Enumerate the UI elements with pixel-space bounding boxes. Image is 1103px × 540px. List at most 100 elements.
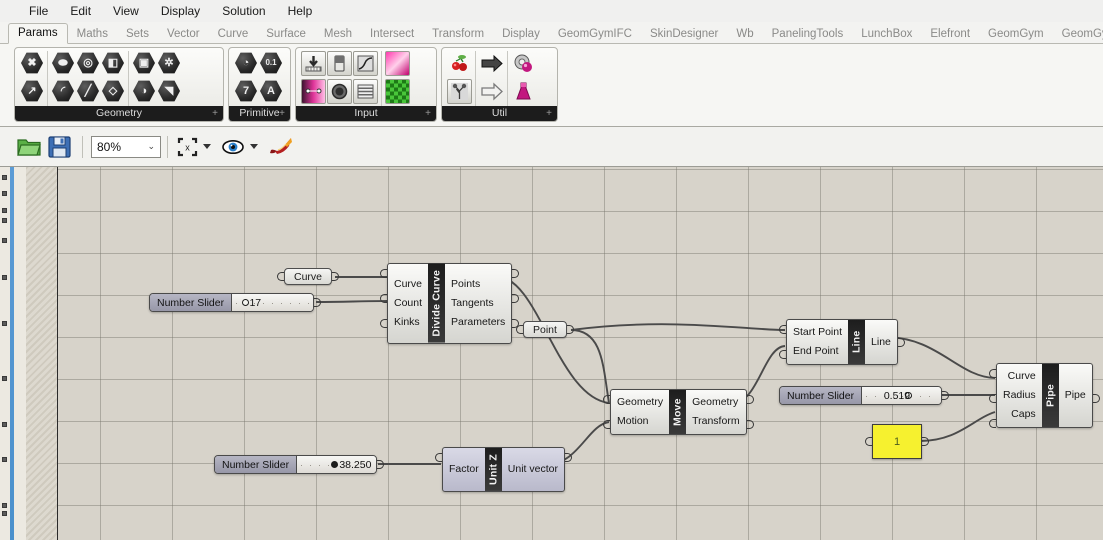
zoom-extents-dropdown-icon[interactable] xyxy=(203,144,211,149)
move-input-geometry[interactable]: Geometry xyxy=(603,393,669,412)
tab-transform[interactable]: Transform xyxy=(423,25,493,44)
curve-param-input-port[interactable] xyxy=(277,272,284,281)
tab-panelingtools[interactable]: PanelingTools xyxy=(763,25,853,44)
expand-icon[interactable]: + xyxy=(425,106,431,121)
tab-sets[interactable]: Sets xyxy=(117,25,158,44)
point-param-input-port[interactable] xyxy=(516,325,523,334)
dock-tick[interactable] xyxy=(2,422,7,427)
slider-count-track[interactable]: 17 xyxy=(232,294,313,311)
tab-lunchbox[interactable]: LunchBox xyxy=(852,25,921,44)
menu-item-edit[interactable]: Edit xyxy=(59,2,102,20)
pipe-input-caps[interactable]: Caps xyxy=(989,405,1042,428)
panel-component[interactable]: 1 xyxy=(865,424,929,459)
node-move[interactable]: Geometry Motion Move Geometry Transform xyxy=(603,389,754,435)
tab-display[interactable]: Display xyxy=(493,25,549,44)
mesh-param-icon[interactable]: ✲ xyxy=(157,51,181,75)
integer-param-icon[interactable]: 7 xyxy=(234,79,258,103)
data-tree-icon[interactable] xyxy=(447,79,472,104)
preview-eye-icon[interactable] xyxy=(221,137,245,157)
divide-curve-output-parameters[interactable]: Parameters xyxy=(445,313,520,332)
divide-curve-input-curve[interactable]: Curve xyxy=(380,269,428,294)
circle-param-icon[interactable]: ⬬ xyxy=(51,51,75,75)
chevron-down-icon[interactable]: ⌄ xyxy=(147,141,160,152)
pipe-input-radius[interactable]: Radius xyxy=(989,386,1042,405)
menu-item-display[interactable]: Display xyxy=(150,2,211,20)
slider-radius-track[interactable]: 0.519 xyxy=(862,387,941,404)
line-param-icon[interactable]: ╱ xyxy=(76,79,100,103)
node-slider-count[interactable]: Number Slider 17 xyxy=(149,293,321,312)
brep-param-icon[interactable]: ◑ xyxy=(132,79,156,103)
menu-item-help[interactable]: Help xyxy=(277,2,324,20)
move-port-out-transform[interactable] xyxy=(746,420,754,429)
number-param-icon[interactable]: 0.1 xyxy=(259,51,283,75)
node-slider-radius[interactable]: Number Slider 0.519 xyxy=(779,386,949,405)
box-param-icon[interactable]: ▣ xyxy=(132,51,156,75)
menu-item-file[interactable]: File xyxy=(18,2,59,20)
dock-tick[interactable] xyxy=(2,321,7,326)
bake-icon[interactable] xyxy=(268,136,294,158)
node-line[interactable]: Start Point End Point Line Line xyxy=(779,319,905,365)
pipe-output-pipe[interactable]: Pipe xyxy=(1059,386,1100,405)
ribbon-group-geometry-label[interactable]: Geometry + xyxy=(15,106,223,121)
move-component[interactable]: Geometry Motion Move Geometry Transform xyxy=(603,389,754,435)
divide-curve-output-points[interactable]: Points xyxy=(445,269,520,294)
node-curve-param[interactable]: Curve xyxy=(277,268,340,285)
button-icon[interactable] xyxy=(327,79,352,104)
pipe-port-curve[interactable] xyxy=(989,369,996,378)
panel-input-port[interactable] xyxy=(865,437,872,446)
zoom-extents-icon[interactable]: x xyxy=(177,137,198,157)
slider-radius[interactable]: Number Slider 0.519 xyxy=(779,386,942,405)
ribbon-group-util-label[interactable]: Util + xyxy=(442,106,557,121)
dock-tick[interactable] xyxy=(2,376,7,381)
dock-tick[interactable] xyxy=(2,511,7,516)
graph-mapper-icon[interactable] xyxy=(353,51,378,76)
dock-tick[interactable] xyxy=(2,238,7,243)
move-title[interactable]: Move xyxy=(669,390,687,434)
divide-curve-title[interactable]: Divide Curve xyxy=(428,264,446,343)
move-input-motion[interactable]: Motion xyxy=(603,412,669,431)
line-title[interactable]: Line xyxy=(848,320,866,364)
data-recorder-icon[interactable] xyxy=(479,51,504,76)
point-param-capsule[interactable]: Point xyxy=(516,321,574,338)
vector-param-icon[interactable]: ↗ xyxy=(20,79,44,103)
unit-z-input-factor[interactable]: Factor xyxy=(435,453,485,479)
divide-curve-port-curve[interactable] xyxy=(380,269,387,278)
pipe-port-out-pipe[interactable] xyxy=(1092,394,1100,403)
move-output-geometry[interactable]: Geometry xyxy=(686,393,754,412)
unit-z-output-unit-vector[interactable]: Unit vector xyxy=(502,453,572,479)
tab-intersect[interactable]: Intersect xyxy=(361,25,423,44)
colour-picker-icon[interactable] xyxy=(385,79,410,104)
ribbon-group-primitive-label[interactable]: Primitive + xyxy=(229,106,290,121)
tab-geomgymrvt[interactable]: GeomGymRvt xyxy=(1053,25,1103,44)
curve-param-capsule[interactable]: Curve xyxy=(277,268,340,285)
node-unit-z[interactable]: Factor Unit Z Unit vector xyxy=(435,447,572,492)
number-slider-icon[interactable] xyxy=(301,51,326,76)
pipe-port-radius[interactable] xyxy=(989,394,996,403)
node-slider-factor[interactable]: Number Slider 38.250 xyxy=(214,455,384,474)
node-divide-curve[interactable]: Curve Count Kinks Divide Curve Points Ta… xyxy=(380,263,520,344)
value-list-icon[interactable] xyxy=(353,79,378,104)
dock-tick[interactable] xyxy=(2,218,7,223)
data-dam-icon[interactable] xyxy=(479,79,504,104)
tab-mesh[interactable]: Mesh xyxy=(315,25,361,44)
dock-tick[interactable] xyxy=(2,208,7,213)
tab-vector[interactable]: Vector xyxy=(158,25,209,44)
zoom-level-combo[interactable]: 80% ⌄ xyxy=(91,135,161,158)
tab-wb[interactable]: Wb xyxy=(727,25,762,44)
cherry-picker-icon[interactable] xyxy=(447,51,472,76)
pipe-port-caps[interactable] xyxy=(989,419,996,428)
cluster-icon[interactable] xyxy=(511,51,536,76)
subd-param-icon[interactable]: ◥ xyxy=(157,79,181,103)
dock-tick[interactable] xyxy=(2,275,7,280)
node-panel[interactable]: 1 xyxy=(865,424,929,459)
slider-count[interactable]: Number Slider 17 xyxy=(149,293,314,312)
expand-icon[interactable]: + xyxy=(212,106,218,121)
colour-swatch-icon[interactable] xyxy=(385,51,410,76)
preview-dropdown-icon[interactable] xyxy=(250,144,258,149)
dock-tick[interactable] xyxy=(2,175,7,180)
move-port-out-geometry[interactable] xyxy=(746,395,754,404)
dock-hatch-panel[interactable] xyxy=(26,167,58,540)
pipe-input-curve[interactable]: Curve xyxy=(989,367,1042,386)
divide-curve-port-kinks[interactable] xyxy=(380,319,387,328)
grasshopper-canvas[interactable]: Curve Number Slider 17 Curve Count Kinks… xyxy=(58,167,1103,540)
